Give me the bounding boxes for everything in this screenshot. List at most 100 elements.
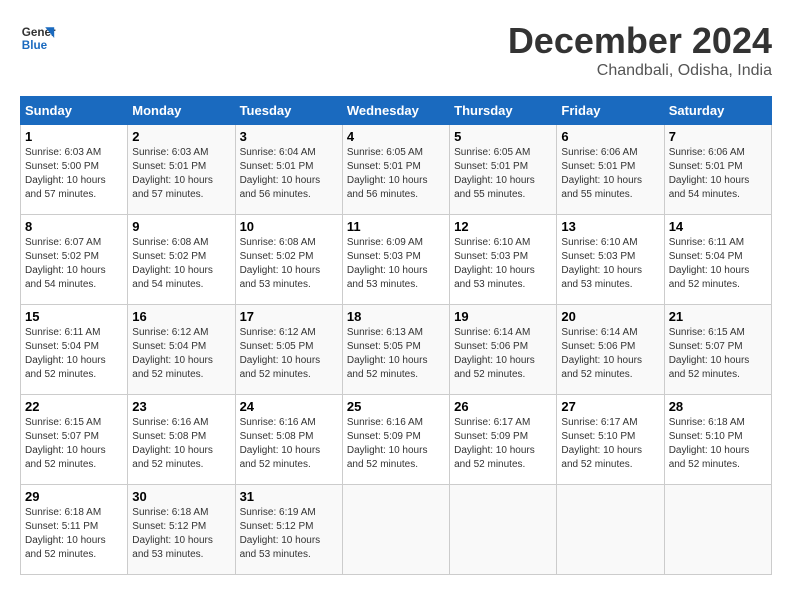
day-info: Sunrise: 6:07 AM Sunset: 5:02 PM Dayligh… <box>25 236 123 292</box>
day-info: Sunrise: 6:16 AM Sunset: 5:08 PM Dayligh… <box>240 416 338 472</box>
calendar-cell: 27 Sunrise: 6:17 AM Sunset: 5:10 PM Dayli… <box>557 395 664 485</box>
day-info: Sunrise: 6:06 AM Sunset: 5:01 PM Dayligh… <box>561 146 659 202</box>
day-info: Sunrise: 6:08 AM Sunset: 5:02 PM Dayligh… <box>240 236 338 292</box>
calendar-cell: 31Sunrise: 6:19 AM Sunset: 5:12 PM Dayli… <box>235 485 342 575</box>
calendar-cell <box>450 485 557 575</box>
calendar-cell: 9 Sunrise: 6:08 AM Sunset: 5:02 PM Daylig… <box>128 215 235 305</box>
day-info: Sunrise: 6:09 AM Sunset: 5:03 PM Dayligh… <box>347 236 445 292</box>
day-number: 27 <box>561 399 659 414</box>
day-number: 30 <box>132 489 230 504</box>
day-number: 3 <box>240 129 338 144</box>
day-info: Sunrise: 6:03 AM Sunset: 5:00 PM Dayligh… <box>25 146 123 202</box>
day-number: 10 <box>240 219 338 234</box>
day-number: 16 <box>132 309 230 324</box>
day-number: 18 <box>347 309 445 324</box>
day-number: 26 <box>454 399 552 414</box>
calendar-cell: 18 Sunrise: 6:13 AM Sunset: 5:05 PM Dayli… <box>342 305 449 395</box>
calendar-cell: 19 Sunrise: 6:14 AM Sunset: 5:06 PM Dayli… <box>450 305 557 395</box>
day-number: 5 <box>454 129 552 144</box>
day-info: Sunrise: 6:15 AM Sunset: 5:07 PM Dayligh… <box>25 416 123 472</box>
day-info: Sunrise: 6:06 AM Sunset: 5:01 PM Dayligh… <box>669 146 767 202</box>
day-header-sunday: Sunday <box>21 97 128 125</box>
calendar-cell: 14Sunrise: 6:11 AM Sunset: 5:04 PM Dayli… <box>664 215 771 305</box>
day-info: Sunrise: 6:16 AM Sunset: 5:08 PM Dayligh… <box>132 416 230 472</box>
day-info: Sunrise: 6:12 AM Sunset: 5:04 PM Dayligh… <box>132 326 230 382</box>
day-number: 24 <box>240 399 338 414</box>
day-number: 28 <box>669 399 767 414</box>
day-header-tuesday: Tuesday <box>235 97 342 125</box>
calendar-cell: 29 Sunrise: 6:18 AM Sunset: 5:11 PM Dayli… <box>21 485 128 575</box>
day-number: 17 <box>240 309 338 324</box>
day-info: Sunrise: 6:15 AM Sunset: 5:07 PM Dayligh… <box>669 326 767 382</box>
day-info: Sunrise: 6:18 AM Sunset: 5:11 PM Dayligh… <box>25 506 123 562</box>
day-info: Sunrise: 6:17 AM Sunset: 5:09 PM Dayligh… <box>454 416 552 472</box>
page-header: General Blue December 2024 Chandbali, Od… <box>20 20 772 80</box>
location: Chandbali, Odisha, India <box>508 62 772 80</box>
day-number: 31 <box>240 489 338 504</box>
day-info: Sunrise: 6:10 AM Sunset: 5:03 PM Dayligh… <box>561 236 659 292</box>
day-number: 6 <box>561 129 659 144</box>
day-info: Sunrise: 6:17 AM Sunset: 5:10 PM Dayligh… <box>561 416 659 472</box>
day-info: Sunrise: 6:03 AM Sunset: 5:01 PM Dayligh… <box>132 146 230 202</box>
day-number: 15 <box>25 309 123 324</box>
title-block: December 2024 Chandbali, Odisha, India <box>508 20 772 80</box>
calendar-cell: 26 Sunrise: 6:17 AM Sunset: 5:09 PM Dayli… <box>450 395 557 485</box>
calendar-cell: 3 Sunrise: 6:04 AM Sunset: 5:01 PM Daylig… <box>235 125 342 215</box>
day-info: Sunrise: 6:04 AM Sunset: 5:01 PM Dayligh… <box>240 146 338 202</box>
day-info: Sunrise: 6:11 AM Sunset: 5:04 PM Dayligh… <box>25 326 123 382</box>
calendar-cell: 16 Sunrise: 6:12 AM Sunset: 5:04 PM Dayli… <box>128 305 235 395</box>
day-info: Sunrise: 6:14 AM Sunset: 5:06 PM Dayligh… <box>454 326 552 382</box>
calendar-week-row: 22 Sunrise: 6:15 AM Sunset: 5:07 PM Dayli… <box>21 395 772 485</box>
day-number: 12 <box>454 219 552 234</box>
day-number: 25 <box>347 399 445 414</box>
calendar-cell: 8 Sunrise: 6:07 AM Sunset: 5:02 PM Daylig… <box>21 215 128 305</box>
calendar-week-row: 8 Sunrise: 6:07 AM Sunset: 5:02 PM Daylig… <box>21 215 772 305</box>
calendar-cell: 28 Sunrise: 6:18 AM Sunset: 5:10 PM Dayli… <box>664 395 771 485</box>
logo-icon: General Blue <box>20 20 56 56</box>
calendar-header-row: SundayMondayTuesdayWednesdayThursdayFrid… <box>21 97 772 125</box>
day-info: Sunrise: 6:18 AM Sunset: 5:10 PM Dayligh… <box>669 416 767 472</box>
calendar-cell: 30 Sunrise: 6:18 AM Sunset: 5:12 PM Dayli… <box>128 485 235 575</box>
day-number: 2 <box>132 129 230 144</box>
calendar-cell <box>342 485 449 575</box>
calendar-cell: 20Sunrise: 6:14 AM Sunset: 5:06 PM Dayli… <box>557 305 664 395</box>
day-header-thursday: Thursday <box>450 97 557 125</box>
day-number: 9 <box>132 219 230 234</box>
day-number: 20 <box>561 309 659 324</box>
calendar-cell: 11Sunrise: 6:09 AM Sunset: 5:03 PM Dayli… <box>342 215 449 305</box>
day-number: 8 <box>25 219 123 234</box>
day-number: 29 <box>25 489 123 504</box>
day-number: 23 <box>132 399 230 414</box>
calendar-cell: 17Sunrise: 6:12 AM Sunset: 5:05 PM Dayli… <box>235 305 342 395</box>
calendar-cell: 5Sunrise: 6:05 AM Sunset: 5:01 PM Daylig… <box>450 125 557 215</box>
calendar-cell: 4 Sunrise: 6:05 AM Sunset: 5:01 PM Daylig… <box>342 125 449 215</box>
day-number: 19 <box>454 309 552 324</box>
calendar-cell: 25 Sunrise: 6:16 AM Sunset: 5:09 PM Dayli… <box>342 395 449 485</box>
day-header-saturday: Saturday <box>664 97 771 125</box>
calendar-cell: 1 Sunrise: 6:03 AM Sunset: 5:00 PM Daylig… <box>21 125 128 215</box>
day-info: Sunrise: 6:13 AM Sunset: 5:05 PM Dayligh… <box>347 326 445 382</box>
calendar-cell: 13 Sunrise: 6:10 AM Sunset: 5:03 PM Dayli… <box>557 215 664 305</box>
calendar-cell <box>557 485 664 575</box>
day-info: Sunrise: 6:11 AM Sunset: 5:04 PM Dayligh… <box>669 236 767 292</box>
calendar-cell: 24 Sunrise: 6:16 AM Sunset: 5:08 PM Dayli… <box>235 395 342 485</box>
day-info: Sunrise: 6:05 AM Sunset: 5:01 PM Dayligh… <box>347 146 445 202</box>
calendar-cell: 2 Sunrise: 6:03 AM Sunset: 5:01 PM Daylig… <box>128 125 235 215</box>
calendar-cell <box>664 485 771 575</box>
day-number: 21 <box>669 309 767 324</box>
calendar-cell: 12Sunrise: 6:10 AM Sunset: 5:03 PM Dayli… <box>450 215 557 305</box>
day-number: 13 <box>561 219 659 234</box>
day-info: Sunrise: 6:18 AM Sunset: 5:12 PM Dayligh… <box>132 506 230 562</box>
day-header-wednesday: Wednesday <box>342 97 449 125</box>
day-header-monday: Monday <box>128 97 235 125</box>
day-info: Sunrise: 6:08 AM Sunset: 5:02 PM Dayligh… <box>132 236 230 292</box>
day-number: 22 <box>25 399 123 414</box>
day-number: 4 <box>347 129 445 144</box>
month-title: December 2024 <box>508 20 772 62</box>
calendar-cell: 15 Sunrise: 6:11 AM Sunset: 5:04 PM Dayli… <box>21 305 128 395</box>
day-number: 1 <box>25 129 123 144</box>
calendar-cell: 22 Sunrise: 6:15 AM Sunset: 5:07 PM Dayli… <box>21 395 128 485</box>
calendar-cell: 7Sunrise: 6:06 AM Sunset: 5:01 PM Daylig… <box>664 125 771 215</box>
day-info: Sunrise: 6:16 AM Sunset: 5:09 PM Dayligh… <box>347 416 445 472</box>
svg-text:Blue: Blue <box>22 39 48 52</box>
